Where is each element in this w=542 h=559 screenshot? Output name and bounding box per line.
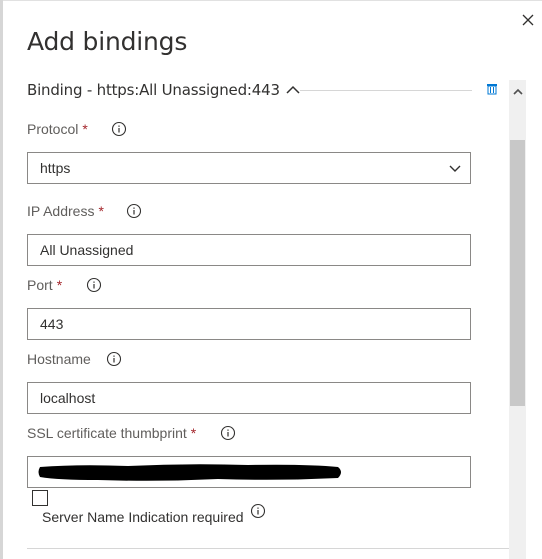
info-icon[interactable] (250, 503, 266, 519)
delete-icon[interactable] (486, 82, 500, 96)
info-icon[interactable] (86, 277, 102, 293)
close-button[interactable] (516, 8, 540, 32)
redaction-mark (38, 464, 341, 481)
section-divider (27, 548, 509, 549)
close-icon (522, 14, 534, 26)
left-edge (0, 0, 3, 559)
binding-title: Binding - https:All Unassigned:443 (27, 81, 280, 99)
port-input[interactable] (28, 309, 470, 339)
port-label: Port * (27, 277, 102, 293)
hostname-field[interactable] (27, 382, 471, 414)
required-marker: * (56, 277, 63, 293)
hostname-input[interactable] (28, 383, 470, 413)
required-marker: * (82, 121, 88, 137)
scroll-up-icon (512, 88, 523, 95)
info-icon[interactable] (111, 121, 127, 137)
scrollbar-thumb[interactable] (510, 140, 525, 406)
ssl-thumbprint-label: SSL certificate thumbprint * (27, 425, 236, 441)
chevron-up-icon[interactable] (286, 85, 300, 95)
binding-section-header[interactable]: Binding - https:All Unassigned:443 (27, 78, 300, 102)
chevron-down-icon (448, 161, 462, 180)
required-marker: * (190, 425, 197, 441)
ip-address-field[interactable] (27, 234, 471, 266)
ip-address-input[interactable] (28, 235, 470, 265)
top-border (0, 0, 542, 1)
required-marker: * (98, 203, 104, 219)
protocol-selected-value: https (40, 160, 71, 176)
sni-label: Server Name Indication required (42, 509, 244, 525)
ip-address-label: IP Address * (27, 203, 142, 219)
sni-checkbox[interactable] (32, 490, 48, 506)
scroll-up-button[interactable] (509, 80, 526, 102)
info-icon[interactable] (220, 425, 236, 441)
protocol-label: Protocol * (27, 121, 127, 137)
protocol-dropdown[interactable]: https (27, 152, 471, 184)
panel-title: Add bindings (27, 27, 188, 56)
section-divider (300, 90, 472, 91)
port-field[interactable] (27, 308, 471, 340)
info-icon[interactable] (106, 351, 122, 367)
info-icon[interactable] (126, 203, 142, 219)
hostname-label: Hostname (27, 351, 122, 367)
